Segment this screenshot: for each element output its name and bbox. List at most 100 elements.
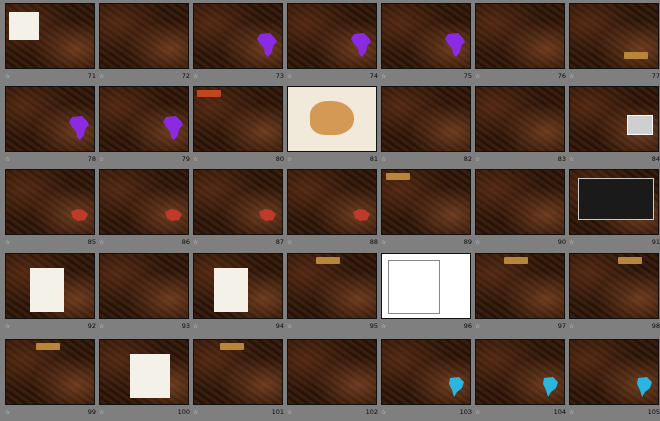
- slide-thumbnail-cell[interactable]: ☆ 103: [380, 338, 474, 421]
- slide-thumbnail[interactable]: [5, 339, 95, 405]
- slide-thumbnail[interactable]: [569, 3, 659, 69]
- slide-thumbnail[interactable]: [99, 169, 189, 235]
- slide-thumbnail-cell[interactable]: ☆ 71: [4, 2, 98, 85]
- slide-thumbnail[interactable]: [381, 339, 471, 405]
- star-icon[interactable]: ☆: [287, 323, 292, 330]
- slide-thumbnail[interactable]: [381, 169, 471, 235]
- star-icon[interactable]: ☆: [287, 239, 292, 246]
- star-icon[interactable]: ☆: [193, 156, 198, 163]
- slide-thumbnail[interactable]: [475, 86, 565, 152]
- star-icon[interactable]: ☆: [287, 156, 292, 163]
- star-icon[interactable]: ☆: [381, 409, 386, 416]
- slide-thumbnail-cell[interactable]: ☆ 89: [380, 168, 474, 251]
- star-icon[interactable]: ☆: [287, 73, 292, 80]
- slide-thumbnail-cell[interactable]: ☆ 82: [380, 85, 474, 168]
- star-icon[interactable]: ☆: [569, 239, 574, 246]
- star-icon[interactable]: ☆: [193, 323, 198, 330]
- star-icon[interactable]: ☆: [193, 239, 198, 246]
- star-icon[interactable]: ☆: [5, 409, 10, 416]
- star-icon[interactable]: ☆: [5, 156, 10, 163]
- slide-thumbnail[interactable]: [287, 3, 377, 69]
- slide-thumbnail[interactable]: [193, 339, 283, 405]
- slide-thumbnail-cell[interactable]: ☆ 72: [98, 2, 192, 85]
- star-icon[interactable]: ☆: [99, 156, 104, 163]
- slide-thumbnail[interactable]: [99, 3, 189, 69]
- slide-thumbnail[interactable]: [381, 253, 471, 319]
- slide-thumbnail[interactable]: [99, 339, 189, 405]
- star-icon[interactable]: ☆: [193, 73, 198, 80]
- slide-thumbnail-cell[interactable]: ☆ 97: [474, 252, 568, 335]
- star-icon[interactable]: ☆: [99, 239, 104, 246]
- slide-thumbnail[interactable]: [99, 253, 189, 319]
- slide-thumbnail[interactable]: [5, 169, 95, 235]
- slide-thumbnail[interactable]: [193, 86, 283, 152]
- star-icon[interactable]: ☆: [99, 323, 104, 330]
- slide-thumbnail[interactable]: [193, 169, 283, 235]
- slide-thumbnail-cell[interactable]: ☆ 102: [286, 338, 380, 421]
- slide-thumbnail-cell[interactable]: ☆ 96: [380, 252, 474, 335]
- slide-thumbnail-cell[interactable]: ☆ 79: [98, 85, 192, 168]
- slide-thumbnail-cell[interactable]: ☆ 88: [286, 168, 380, 251]
- slide-thumbnail[interactable]: [5, 86, 95, 152]
- slide-thumbnail-cell[interactable]: ☆ 77: [568, 2, 660, 85]
- slide-thumbnail-cell[interactable]: ☆ 95: [286, 252, 380, 335]
- slide-thumbnail-cell[interactable]: ☆ 93: [98, 252, 192, 335]
- star-icon[interactable]: ☆: [569, 156, 574, 163]
- star-icon[interactable]: ☆: [475, 73, 480, 80]
- slide-thumbnail[interactable]: [569, 86, 659, 152]
- slide-thumbnail-cell[interactable]: ☆ 90: [474, 168, 568, 251]
- star-icon[interactable]: ☆: [569, 73, 574, 80]
- slide-thumbnail[interactable]: [381, 3, 471, 69]
- slide-thumbnail[interactable]: [287, 86, 377, 152]
- slide-thumbnail[interactable]: [569, 339, 659, 405]
- slide-thumbnail-cell[interactable]: ☆ 98: [568, 252, 660, 335]
- slide-thumbnail[interactable]: [5, 3, 95, 69]
- slide-thumbnail-cell[interactable]: ☆ 74: [286, 2, 380, 85]
- star-icon[interactable]: ☆: [569, 409, 574, 416]
- slide-thumbnail-cell[interactable]: ☆ 78: [4, 85, 98, 168]
- star-icon[interactable]: ☆: [193, 409, 198, 416]
- slide-thumbnail[interactable]: [475, 3, 565, 69]
- slide-thumbnail-cell[interactable]: ☆ 101: [192, 338, 286, 421]
- slide-thumbnail[interactable]: [287, 253, 377, 319]
- slide-thumbnail-cell[interactable]: ☆ 76: [474, 2, 568, 85]
- slide-thumbnail[interactable]: [475, 253, 565, 319]
- star-icon[interactable]: ☆: [287, 409, 292, 416]
- slide-thumbnail-cell[interactable]: ☆ 104: [474, 338, 568, 421]
- star-icon[interactable]: ☆: [381, 156, 386, 163]
- slide-thumbnail-cell[interactable]: ☆ 87: [192, 168, 286, 251]
- slide-thumbnail-cell[interactable]: ☆ 86: [98, 168, 192, 251]
- star-icon[interactable]: ☆: [5, 323, 10, 330]
- slide-thumbnail[interactable]: [287, 339, 377, 405]
- slide-thumbnail-cell[interactable]: ☆ 83: [474, 85, 568, 168]
- star-icon[interactable]: ☆: [475, 239, 480, 246]
- slide-thumbnail[interactable]: [5, 253, 95, 319]
- star-icon[interactable]: ☆: [475, 156, 480, 163]
- slide-thumbnail[interactable]: [193, 3, 283, 69]
- star-icon[interactable]: ☆: [5, 73, 10, 80]
- slide-thumbnail[interactable]: [287, 169, 377, 235]
- star-icon[interactable]: ☆: [99, 73, 104, 80]
- slide-thumbnail-cell[interactable]: ☆ 99: [4, 338, 98, 421]
- slide-thumbnail-cell[interactable]: ☆ 84: [568, 85, 660, 168]
- slide-thumbnail[interactable]: [193, 253, 283, 319]
- slide-thumbnail[interactable]: [99, 86, 189, 152]
- slide-thumbnail-cell[interactable]: ☆ 94: [192, 252, 286, 335]
- star-icon[interactable]: ☆: [381, 323, 386, 330]
- slide-thumbnail-cell[interactable]: ☆ 80: [192, 85, 286, 168]
- slide-thumbnail-cell[interactable]: ☆ 91: [568, 168, 660, 251]
- slide-thumbnail-cell[interactable]: ☆ 75: [380, 2, 474, 85]
- star-icon[interactable]: ☆: [475, 409, 480, 416]
- star-icon[interactable]: ☆: [5, 239, 10, 246]
- slide-thumbnail-cell[interactable]: ☆ 100: [98, 338, 192, 421]
- star-icon[interactable]: ☆: [381, 73, 386, 80]
- star-icon[interactable]: ☆: [569, 323, 574, 330]
- slide-thumbnail-cell[interactable]: ☆ 105: [568, 338, 660, 421]
- slide-thumbnail[interactable]: [475, 169, 565, 235]
- star-icon[interactable]: ☆: [99, 409, 104, 416]
- slide-thumbnail-cell[interactable]: ☆ 81: [286, 85, 380, 168]
- slide-thumbnail-cell[interactable]: ☆ 85: [4, 168, 98, 251]
- slide-thumbnail[interactable]: [475, 339, 565, 405]
- slide-thumbnail[interactable]: [569, 169, 659, 235]
- slide-thumbnail-cell[interactable]: ☆ 73: [192, 2, 286, 85]
